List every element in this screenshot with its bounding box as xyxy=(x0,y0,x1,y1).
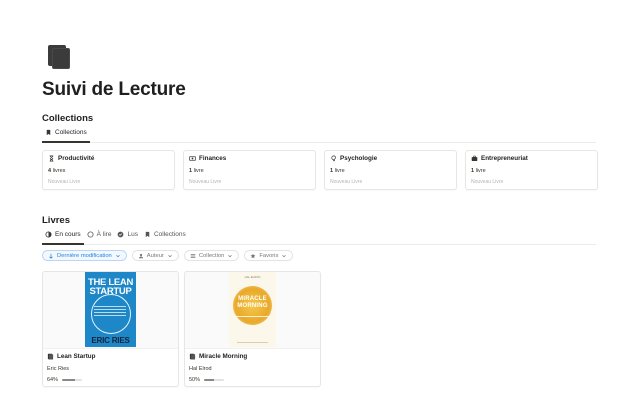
progress-label: 50% xyxy=(189,377,201,383)
collection-name: Productivité xyxy=(58,155,95,162)
collection-count: 1 xyxy=(330,168,334,174)
chip-label: Auteur xyxy=(146,252,164,259)
collection-unit: livre xyxy=(475,168,486,174)
collection-card-productivite[interactable]: Productivité 4 livres Nouveau Livre xyxy=(42,150,175,190)
cover-line-1: MIRACLE xyxy=(238,296,267,302)
progress-label: 64% xyxy=(47,377,59,383)
book-card-lean-startup[interactable]: THE LEAN STARTUP ERIC RIES Lean Startup E… xyxy=(42,271,179,387)
tab-a-lire[interactable]: À lire xyxy=(84,229,115,244)
chip-label: Collection xyxy=(198,252,225,259)
collections-heading: Collections xyxy=(42,113,94,124)
progress-bar xyxy=(62,379,83,381)
chip-label: Favoris xyxy=(259,252,279,259)
bookmark-icon xyxy=(46,129,51,136)
tab-lus[interactable]: Lus xyxy=(114,229,140,244)
book-icon xyxy=(189,353,196,360)
sort-last-modified-button[interactable]: Dernière modification xyxy=(42,250,127,261)
book-author: Hal Elrod xyxy=(189,366,212,372)
collection-unit: livre xyxy=(193,168,204,174)
collection-name: Finances xyxy=(199,155,227,162)
new-book-button[interactable]: Nouveau Livre xyxy=(189,179,310,185)
chevron-down-icon xyxy=(168,254,172,257)
chevron-down-icon xyxy=(228,254,233,257)
book-title: Miracle Morning xyxy=(199,353,248,360)
new-book-button[interactable]: Nouveau Livre xyxy=(48,179,169,185)
book-icon xyxy=(47,353,54,360)
book-cover: HAL ELROD MIRACLE MORNING xyxy=(185,272,320,349)
collection-card-finances[interactable]: Finances 1 livre Nouveau Livre xyxy=(183,150,316,190)
book-title: Lean Startup xyxy=(57,353,96,360)
books-heading: Livres xyxy=(42,215,70,226)
filter-bar: Dernière modification Auteur Collection … xyxy=(42,250,294,261)
collection-count: 1 xyxy=(471,168,475,174)
list-icon xyxy=(190,253,196,258)
check-circle-icon xyxy=(118,231,124,238)
chevron-down-icon xyxy=(116,254,120,257)
star-icon xyxy=(250,253,256,258)
brain-icon xyxy=(331,155,336,162)
book-cover: THE LEAN STARTUP ERIC RIES xyxy=(43,272,178,349)
sort-icon xyxy=(49,253,53,259)
chevron-down-icon xyxy=(282,254,287,257)
money-icon xyxy=(189,156,196,161)
collections-grid: Productivité 4 livres Nouveau Livre Fina… xyxy=(42,150,598,190)
chip-label: Dernière modification xyxy=(57,252,112,259)
cover-line-2: MORNING xyxy=(237,302,268,309)
book-author: Eric Ries xyxy=(47,366,70,372)
tab-label: À lire xyxy=(96,231,112,238)
filter-favorites-button[interactable]: Favoris xyxy=(244,250,294,261)
new-book-button[interactable]: Nouveau Livre xyxy=(471,179,592,185)
collection-card-psychologie[interactable]: Psychologie 1 livre Nouveau Livre xyxy=(324,150,457,190)
progress-icon xyxy=(45,231,52,238)
collection-count: 1 xyxy=(189,168,193,174)
collections-tabbar: Collections xyxy=(42,128,596,143)
tab-collections[interactable]: Collections xyxy=(42,127,90,143)
filter-author-button[interactable]: Auteur xyxy=(131,250,179,261)
collection-name: Entrepreneuriat xyxy=(481,155,528,162)
tab-collections-view[interactable]: Collections xyxy=(141,229,189,244)
tab-label: En cours xyxy=(55,231,81,238)
cover-miracle-morning: HAL ELROD MIRACLE MORNING xyxy=(229,272,276,347)
person-icon xyxy=(138,253,143,258)
cover-lean-startup: THE LEAN STARTUP ERIC RIES xyxy=(85,272,136,347)
book-card-miracle-morning[interactable]: HAL ELROD MIRACLE MORNING Miracle Morning… xyxy=(184,271,321,387)
collection-count: 4 xyxy=(48,168,52,174)
collection-name: Psychologie xyxy=(340,155,378,162)
new-book-button[interactable]: Nouveau Livre xyxy=(330,179,451,185)
collection-card-entrepreneuriat[interactable]: Entrepreneuriat 1 livre Nouveau Livre xyxy=(465,150,598,190)
tab-label: Collections xyxy=(153,231,186,238)
progress-bar xyxy=(204,379,225,381)
tab-label: Lus xyxy=(127,231,138,238)
books-tabbar: En cours À lire Lus Collections xyxy=(42,230,596,245)
tab-label: Collections xyxy=(55,129,87,136)
cover-author: ERIC RIES xyxy=(85,336,136,345)
circle-icon xyxy=(87,231,94,238)
hourglass-icon xyxy=(49,155,54,162)
page-title: Suivi de Lecture xyxy=(42,79,186,100)
tab-en-cours[interactable]: En cours xyxy=(42,229,84,245)
filter-collection-button[interactable]: Collection xyxy=(183,250,240,261)
cover-top-text: HAL ELROD xyxy=(244,275,261,279)
collection-unit: livre xyxy=(334,168,345,174)
bookmark-icon xyxy=(145,231,150,238)
collection-unit: livres xyxy=(52,168,66,174)
briefcase-icon xyxy=(471,155,478,161)
books-gallery: THE LEAN STARTUP ERIC RIES Lean Startup E… xyxy=(42,271,321,387)
book-icon xyxy=(46,44,72,70)
